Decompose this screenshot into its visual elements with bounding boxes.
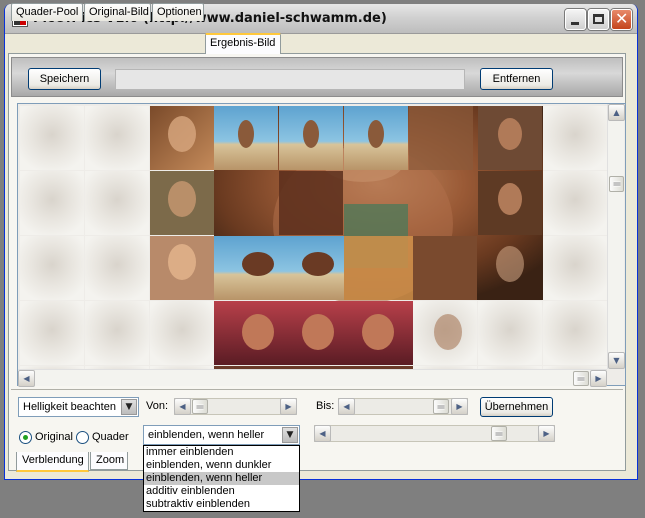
close-button[interactable]: ✕ (611, 9, 632, 30)
brightness-mode-value: Helligkeit beachten (23, 401, 116, 413)
maximize-icon (593, 14, 604, 24)
blend-mode-dropdown-list[interactable]: immer einblenden einblenden, wenn dunkle… (143, 445, 300, 512)
tab-original-bild[interactable]: Original-Bild (84, 3, 151, 21)
arrow-right-icon: ▶ (285, 402, 292, 411)
minimize-button[interactable] (565, 9, 586, 30)
radio-quader-label[interactable]: Quader (92, 431, 129, 443)
arrow-left-icon: ◀ (343, 402, 350, 411)
blend-mode-value: einblenden, wenn heller (148, 429, 265, 441)
blend-slider[interactable]: ◀ ▶ (314, 425, 555, 442)
vertical-scrollbar[interactable]: ▲ ▼ (607, 104, 625, 369)
brightness-mode-select[interactable]: Helligkeit beachten ▼ (18, 397, 139, 417)
save-button[interactable]: Speichern (28, 68, 101, 90)
blend-slider-left-button[interactable]: ◀ (314, 425, 331, 442)
from-label: Von: (146, 400, 169, 412)
to-slider-right-button[interactable]: ▶ (451, 398, 468, 415)
arrow-down-icon: ▼ (613, 356, 620, 365)
dropdown-option-selected[interactable]: einblenden, wenn heller (144, 472, 299, 485)
scroll-left-button[interactable]: ◀ (18, 370, 35, 387)
tab-verblendung[interactable]: Verblendung (16, 452, 89, 472)
tab-optionen[interactable]: Optionen (152, 3, 204, 21)
dropdown-option[interactable]: subtraktiv einblenden (144, 498, 299, 511)
arrow-right-icon: ▶ (595, 374, 602, 383)
chevron-down-icon: ▼ (121, 399, 137, 415)
from-slider[interactable]: ◀ ▶ (174, 398, 297, 415)
blend-slider-thumb[interactable] (491, 426, 507, 441)
close-icon: ✕ (615, 9, 629, 28)
arrow-right-icon: ▶ (543, 429, 550, 438)
mosaic-canvas (18, 104, 625, 385)
arrow-up-icon: ▲ (613, 108, 620, 117)
from-slider-thumb[interactable] (192, 399, 208, 414)
dropdown-option[interactable]: immer einblenden (144, 446, 299, 459)
blend-mode-select[interactable]: einblenden, wenn heller ▼ (143, 425, 300, 445)
radio-original[interactable] (19, 431, 32, 444)
to-label: Bis: (316, 400, 335, 412)
horizontal-scrollbar[interactable]: ◀ ▶ (18, 369, 607, 387)
vertical-scroll-thumb[interactable] (609, 176, 624, 192)
file-path-field[interactable] (115, 69, 465, 90)
to-slider-left-button[interactable]: ◀ (338, 398, 355, 415)
scroll-down-button[interactable]: ▼ (608, 352, 625, 369)
dropdown-option[interactable]: einblenden, wenn dunkler (144, 459, 299, 472)
arrow-left-icon: ◀ (319, 429, 326, 438)
tab-quader-pool[interactable]: Quader-Pool (11, 3, 83, 21)
horizontal-scroll-thumb[interactable] (573, 371, 589, 386)
remove-button[interactable]: Entfernen (480, 68, 553, 90)
to-slider-thumb[interactable] (433, 399, 449, 414)
dropdown-option[interactable]: additiv einblenden (144, 485, 299, 498)
separator (11, 389, 623, 390)
scroll-up-button[interactable]: ▲ (608, 104, 625, 121)
arrow-left-icon: ◀ (179, 402, 186, 411)
arrow-right-icon: ▶ (456, 402, 463, 411)
chevron-down-icon: ▼ (282, 427, 298, 443)
scroll-right-button[interactable]: ▶ (590, 370, 607, 387)
blend-slider-right-button[interactable]: ▶ (538, 425, 555, 442)
result-image[interactable] (17, 103, 626, 386)
from-slider-left-button[interactable]: ◀ (174, 398, 191, 415)
maximize-button[interactable] (588, 9, 609, 30)
tab-ergebnis-bild[interactable]: Ergebnis-Bild (205, 33, 281, 54)
radio-quader[interactable] (76, 431, 89, 444)
minimize-icon (571, 22, 579, 25)
to-slider[interactable]: ◀ ▶ (338, 398, 468, 415)
tab-zoom[interactable]: Zoom (90, 452, 128, 470)
radio-original-label[interactable]: Original (35, 431, 73, 443)
apply-button[interactable]: Übernehmen (480, 397, 553, 417)
arrow-left-icon: ◀ (23, 374, 30, 383)
from-slider-right-button[interactable]: ▶ (280, 398, 297, 415)
